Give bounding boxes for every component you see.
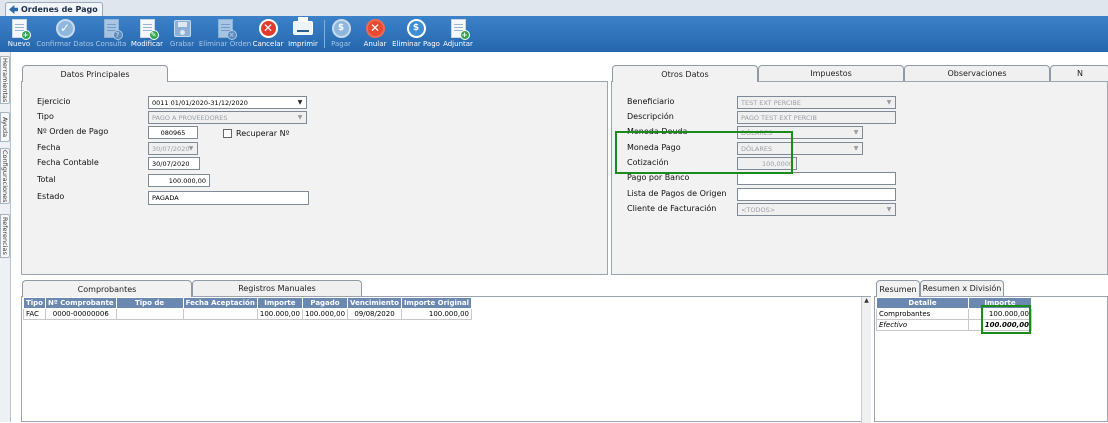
new-doc-icon: + xyxy=(9,18,31,40)
consulta-button[interactable]: ? Consulta xyxy=(95,18,127,51)
otros-datos-panel: Beneficiario TEST EXT PERCIBE ▼ Descripci… xyxy=(611,81,1108,275)
adjuntar-button[interactable]: + Adjuntar xyxy=(442,18,474,51)
window-title-bar: Ordenes de Pago xyxy=(0,0,1108,16)
void-icon: ✕ xyxy=(365,18,385,38)
tab-next[interactable]: N xyxy=(1050,65,1108,81)
scroll-up-icon[interactable]: ▲ xyxy=(862,297,871,304)
chevron-down-icon: ▼ xyxy=(853,145,859,152)
tab-resumen-division[interactable]: Resumen x División xyxy=(920,280,1004,296)
delete-doc-icon: × xyxy=(215,18,237,40)
query-icon: ? xyxy=(101,18,123,40)
grabar-button[interactable]: Grabar xyxy=(167,18,197,51)
printer-icon xyxy=(293,17,313,38)
highlight-box-moneda xyxy=(615,131,793,174)
highlight-box-importe xyxy=(981,305,1031,334)
tab-datos-principales[interactable]: Datos Principales xyxy=(22,65,168,82)
comprobantes-scrollbar[interactable]: ▲ xyxy=(861,297,871,423)
estado-field[interactable]: PAGADA xyxy=(148,191,309,205)
save-icon xyxy=(172,18,192,38)
total-field[interactable]: 100.000,00 xyxy=(148,174,210,187)
ejercicio-select[interactable]: 0011 01/01/2020-31/12/2020 ▼ xyxy=(148,96,307,109)
window-tab-icon xyxy=(9,5,18,14)
recuperar-checkbox[interactable] xyxy=(223,129,232,138)
toolbar: + Nuevo ✓ Confirmar Datos ? Consulta ✎ M… xyxy=(0,16,1108,52)
orden-pago-label: Nº Orden de Pago xyxy=(37,127,109,136)
cliente-facturacion-select[interactable]: <TODOS> ▼ xyxy=(737,203,896,216)
delete-payment-icon: $ xyxy=(406,18,426,38)
nuevo-button[interactable]: + Nuevo xyxy=(4,18,34,51)
col-pagado[interactable]: Pagado xyxy=(301,297,349,309)
cancel-icon: ✕ xyxy=(258,18,278,38)
chevron-down-icon: ▼ xyxy=(886,206,892,213)
tab-registros-manuales[interactable]: Registros Manuales xyxy=(192,280,362,296)
lista-pagos-label: Lista de Pagos de Origen xyxy=(627,189,727,198)
resumen-panel: Detalle Importe Comprobantes 100.000,00 … xyxy=(874,296,1108,422)
edit-icon: ✎ xyxy=(137,18,159,40)
beneficiario-label: Beneficiario xyxy=(627,97,675,106)
total-label: Total xyxy=(37,175,56,184)
pago-banco-label: Pago por Banco xyxy=(627,173,690,182)
fecha-label: Fecha xyxy=(37,143,61,152)
col-fecha-aceptacion[interactable]: Fecha Aceptación xyxy=(182,297,258,309)
pagar-button[interactable]: $ Pagar xyxy=(328,18,354,51)
col-vencimiento[interactable]: Vencimiento xyxy=(347,297,402,309)
estado-label: Estado xyxy=(37,192,65,201)
chevron-down-icon: ▼ xyxy=(297,114,303,121)
datos-principales-panel: Ejercicio 0011 01/01/2020-31/12/2020 ▼ Ti… xyxy=(21,81,608,275)
tipo-select[interactable]: PAGO A PROVEEDORES ▼ xyxy=(148,111,307,124)
comprobantes-grid: Tipo Nº Comprobante Tipo de Fecha Acepta… xyxy=(23,297,472,320)
tipo-label: Tipo xyxy=(37,112,54,121)
toolbar-separator xyxy=(324,20,325,48)
fecha-contable-label: Fecha Contable xyxy=(37,158,99,167)
ejercicio-label: Ejercicio xyxy=(37,97,71,106)
tab-observaciones[interactable]: Observaciones xyxy=(904,65,1050,81)
pay-icon: $ xyxy=(331,18,351,38)
window-tab-title: Ordenes de Pago xyxy=(21,5,98,14)
col-detalle[interactable]: Detalle xyxy=(876,297,969,309)
chevron-down-icon: ▼ xyxy=(886,99,892,106)
cancelar-button[interactable]: ✕ Cancelar xyxy=(253,18,283,51)
sidebar-tab-herramientas[interactable]: Herramientas xyxy=(0,56,10,104)
tab-resumen[interactable]: Resumen xyxy=(876,280,920,297)
window-tab[interactable]: Ordenes de Pago xyxy=(5,2,103,16)
chevron-down-icon: ▼ xyxy=(297,99,303,106)
descripcion-label: Descripción xyxy=(627,112,674,121)
orden-pago-field[interactable]: 080965 xyxy=(148,126,198,139)
check-icon: ✓ xyxy=(55,18,75,38)
imprimir-button[interactable]: Imprimir xyxy=(288,17,318,51)
anular-button[interactable]: ✕ Anular xyxy=(362,18,388,51)
chevron-down-icon: ▼ xyxy=(853,129,859,136)
sidebar-tab-referencias[interactable]: Referencias xyxy=(0,214,10,258)
table-row[interactable]: FAC 0000-00000006 100.000,00 100.000,00 … xyxy=(23,308,472,320)
tab-comprobantes[interactable]: Comprobantes xyxy=(22,280,192,297)
col-tipo-de[interactable]: Tipo de xyxy=(115,297,184,309)
fecha-contable-field[interactable]: 30/07/2020 xyxy=(148,157,200,170)
chevron-down-icon: ▼ xyxy=(188,145,194,152)
beneficiario-select[interactable]: TEST EXT PERCIBE ▼ xyxy=(737,96,896,109)
comprobantes-panel: Tipo Nº Comprobante Tipo de Fecha Acepta… xyxy=(21,296,871,423)
descripcion-field[interactable]: PAGO TEST EXT PERCIB xyxy=(737,111,896,124)
confirmar-datos-button[interactable]: ✓ Confirmar Datos xyxy=(36,18,94,51)
modificar-button[interactable]: ✎ Modificar xyxy=(130,18,164,51)
eliminar-pago-button[interactable]: $ Eliminar Pago xyxy=(392,18,440,51)
recuperar-label: Recuperar Nº xyxy=(236,129,290,138)
sidebar-tab-ayuda[interactable]: Ayuda xyxy=(0,112,10,142)
col-tipo[interactable]: Tipo xyxy=(23,297,46,309)
sidebar-tab-configuraciones[interactable]: Configuraciones xyxy=(0,148,10,204)
tab-otros-datos[interactable]: Otros Datos xyxy=(612,65,758,82)
attach-icon: + xyxy=(448,18,470,40)
side-panel: Herramientas Ayuda Configuraciones Refer… xyxy=(0,52,11,422)
col-nro-comprobante[interactable]: Nº Comprobante xyxy=(45,297,117,309)
col-importe[interactable]: Importe xyxy=(256,297,303,309)
tab-impuestos[interactable]: Impuestos xyxy=(758,65,904,81)
cliente-facturacion-label: Cliente de Facturación xyxy=(627,204,717,213)
col-importe-original[interactable]: Importe Original xyxy=(400,297,472,309)
eliminar-orden-button[interactable]: × Eliminar Orden xyxy=(199,18,251,51)
lista-pagos-field[interactable] xyxy=(737,188,896,201)
fecha-picker[interactable]: 30/07/2020 ▼ xyxy=(148,142,198,155)
